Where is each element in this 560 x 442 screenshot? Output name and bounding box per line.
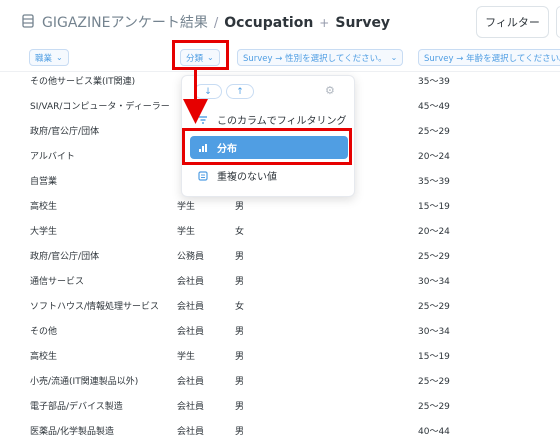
- cell-gender: 女: [235, 227, 245, 237]
- cell-gender: 女: [235, 302, 245, 312]
- cell-occupation: 政府/官公庁/団体: [30, 127, 100, 137]
- cell-age: 25～29: [418, 402, 450, 412]
- cell-occupation: 大学生: [30, 227, 58, 237]
- cell-occupation: 電子部品/デバイス製造: [30, 402, 123, 412]
- cell-occupation: アルバイト: [30, 152, 75, 162]
- cell-occupation: 政府/官公庁/団体: [30, 252, 100, 262]
- highlight-box-column: [172, 40, 229, 70]
- highlight-box-distribution: [182, 128, 352, 165]
- cell-gender: 男: [235, 277, 245, 287]
- menu-item-label: 重複のない値: [217, 172, 277, 183]
- cell-category: 会社員: [177, 402, 205, 412]
- database-icon: [22, 14, 34, 28]
- table-row[interactable]: ソフトハウス/情報処理サービス 会社員 女 25～29: [0, 293, 560, 318]
- table-row[interactable]: 通信サービス 会社員 男 30～34: [0, 268, 560, 293]
- arrow-shaft: [194, 70, 197, 102]
- cell-age: 15～19: [418, 352, 450, 362]
- cell-occupation: 高校生: [30, 202, 58, 212]
- cell-age: 30～34: [418, 277, 450, 287]
- column-age[interactable]: Survey → 年齢を選択してください。 ⌄: [418, 49, 560, 66]
- cell-category: 会社員: [177, 377, 205, 387]
- cell-occupation: 自営業: [30, 177, 58, 187]
- list-icon: [198, 170, 208, 181]
- cell-occupation: 小売/流通(IT関連製品以外): [30, 377, 139, 387]
- column-label: Survey → 年齢を選択してください。: [424, 53, 560, 64]
- column-gender[interactable]: Survey → 性別を選択してください。 ⌄: [237, 49, 404, 66]
- gear-icon[interactable]: ⚙: [325, 84, 335, 97]
- column-label: 職業: [35, 53, 53, 64]
- distinct-values-item[interactable]: 重複のない値: [190, 164, 348, 187]
- breadcrumb: GIGAZINEアンケート結果 / Occupation + Survey: [42, 12, 390, 32]
- filter-button[interactable]: フィルター: [476, 6, 549, 38]
- cell-category: 公務員: [177, 252, 205, 262]
- breadcrumb-collection[interactable]: GIGAZINEアンケート結果: [42, 12, 208, 32]
- cell-gender: 男: [235, 252, 245, 262]
- arrow-down-icon: [183, 99, 208, 124]
- cell-age: 15～19: [418, 202, 450, 212]
- cell-age: 25～29: [418, 127, 450, 137]
- table-row[interactable]: 大学生 学生 女 20～24: [0, 218, 560, 243]
- menu-item-label: このカラムでフィルタリング: [217, 116, 347, 127]
- cell-gender: 男: [235, 352, 245, 362]
- cell-age: 20～24: [418, 227, 450, 237]
- cell-age: 35～39: [418, 177, 450, 187]
- cell-category: 学生: [177, 227, 196, 237]
- cell-gender: 男: [235, 202, 245, 212]
- sort-ascending-button[interactable]: ↑: [226, 84, 254, 99]
- cell-age: 40～44: [418, 427, 450, 437]
- cell-occupation: 通信サービス: [30, 277, 85, 287]
- column-occupation[interactable]: 職業 ⌄: [29, 49, 69, 66]
- sort-descending-button[interactable]: ↓: [194, 84, 222, 99]
- cell-age: 30～34: [418, 327, 450, 337]
- chevron-down-icon: ⌄: [390, 53, 398, 62]
- side-button[interactable]: [556, 6, 560, 38]
- table-row[interactable]: その他 会社員 男 30～34: [0, 318, 560, 343]
- table-row[interactable]: 電子部品/デバイス製造 会社員 男 25～29: [0, 393, 560, 418]
- cell-gender: 男: [235, 377, 245, 387]
- header: GIGAZINEアンケート結果 / Occupation + Survey フィ…: [0, 0, 560, 42]
- breadcrumb-separator: /: [213, 16, 219, 31]
- cell-age: 25～29: [418, 252, 450, 262]
- chevron-down-icon: ⌄: [56, 53, 63, 62]
- cell-age: 45～49: [418, 102, 450, 112]
- table-row[interactable]: 政府/官公庁/団体 公務員 男 25～29: [0, 243, 560, 268]
- cell-occupation: 高校生: [30, 352, 58, 362]
- cell-category: 学生: [177, 352, 196, 362]
- cell-age: 25～29: [418, 377, 450, 387]
- cell-gender: 男: [235, 427, 245, 437]
- column-label: Survey → 性別を選択してください。: [243, 53, 387, 64]
- cell-occupation: その他: [30, 327, 58, 337]
- cell-gender: 男: [235, 402, 245, 412]
- cell-category: 会社員: [177, 302, 205, 312]
- page-subtitle[interactable]: Survey: [335, 15, 390, 31]
- page-title[interactable]: Occupation: [224, 15, 313, 31]
- table-row[interactable]: 高校生 学生 男 15～19: [0, 343, 560, 368]
- cell-occupation: その他サービス業(IT関連): [30, 77, 136, 87]
- cell-occupation: ソフトハウス/情報処理サービス: [30, 302, 160, 312]
- cell-occupation: 医薬品/化学製品製造: [30, 427, 115, 437]
- cell-category: 会社員: [177, 427, 205, 437]
- cell-gender: 男: [235, 327, 245, 337]
- cell-category: 会社員: [177, 327, 205, 337]
- cell-age: 35～39: [418, 77, 450, 87]
- table-row[interactable]: 小売/流通(IT関連製品以外) 会社員 男 25～29: [0, 368, 560, 393]
- cell-age: 20～24: [418, 152, 450, 162]
- table-row[interactable]: 医薬品/化学製品製造 会社員 男 40～44: [0, 418, 560, 442]
- cell-occupation: SI/VAR/コンピュータ・ディーラー: [30, 102, 170, 112]
- cell-category: 会社員: [177, 277, 205, 287]
- join-plus: +: [319, 16, 330, 30]
- cell-category: 学生: [177, 202, 196, 212]
- cell-age: 25～29: [418, 302, 450, 312]
